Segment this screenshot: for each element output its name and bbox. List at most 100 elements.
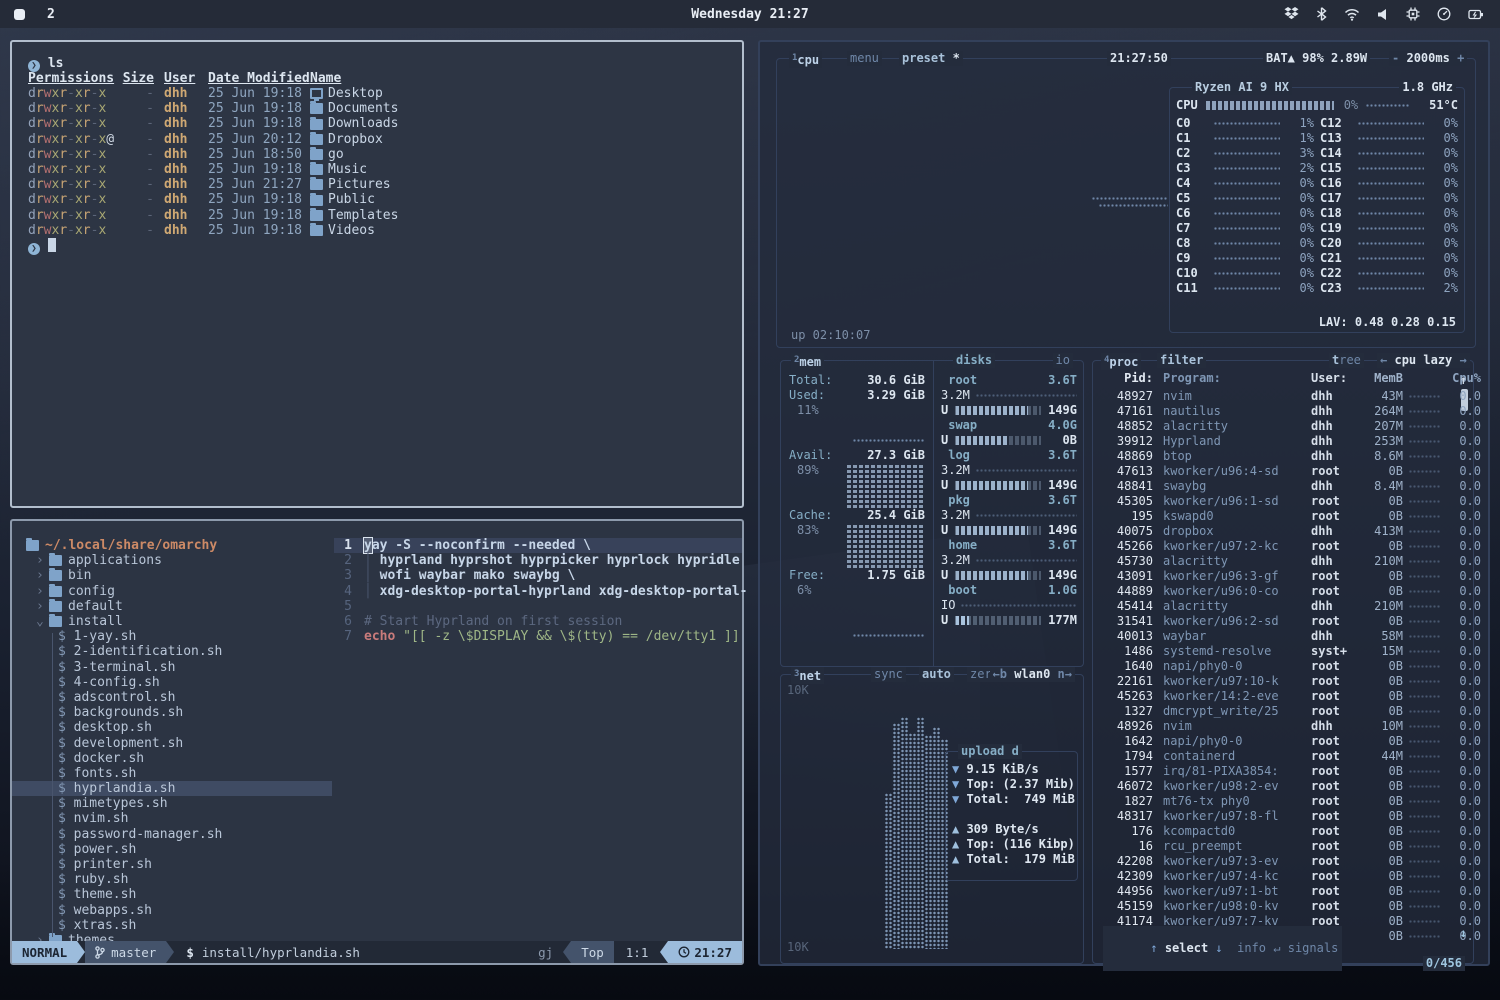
process-row[interactable]: 48926nvimdhh10M0.0 — [1093, 719, 1459, 734]
tree-item-2-identification-sh[interactable]: $ 2-identification.sh — [12, 644, 332, 659]
process-row[interactable]: 1827mt76-tx phy0root0B0.0 — [1093, 794, 1459, 809]
select-button[interactable]: select — [1165, 941, 1208, 955]
tree-item-power-sh[interactable]: $ power.sh — [12, 842, 332, 857]
buffer-line[interactable]: 5 — [334, 599, 742, 614]
process-row[interactable]: 45730alacrittydhh210M0.0 — [1093, 554, 1459, 569]
tree-root[interactable]: ~/.local/share/omarchy — [12, 538, 332, 553]
process-row[interactable]: 47613kworker/u96:4-sdroot0B0.0 — [1093, 464, 1459, 479]
process-row[interactable]: 45305kworker/u96:1-sdroot0B0.0 — [1093, 494, 1459, 509]
tab-proc[interactable]: 4proc — [1101, 353, 1141, 370]
proc-column-headers[interactable]: Pid:Program:User:MemBCpu% — [1093, 371, 1459, 386]
tree-item-nvim-sh[interactable]: $ nvim.sh — [12, 811, 332, 826]
process-row[interactable]: 16rcu_preemptroot0B0.0 — [1093, 839, 1459, 854]
buffer-line[interactable]: 3│ wofi waybar mako swaybg \ — [334, 568, 742, 583]
process-row[interactable]: 48869btopdhh8.6M0.0 — [1093, 449, 1459, 464]
signals-button[interactable]: signals — [1288, 941, 1339, 955]
process-row[interactable]: 42309kworker/u97:4-kcroot0B0.0 — [1093, 869, 1459, 884]
select-down-arrow[interactable]: ↓ — [1215, 941, 1222, 955]
process-row[interactable]: 45263kworker/14:2-everoot0B0.0 — [1093, 689, 1459, 704]
process-row[interactable]: 47161nautilusdhh264M0.0 — [1093, 404, 1459, 419]
tree-item-applications[interactable]: ›applications — [12, 553, 332, 568]
process-row[interactable]: 44956kworker/u97:1-btroot0B0.0 — [1093, 884, 1459, 899]
process-row[interactable]: 48927nvimdhh43M0.0 — [1093, 389, 1459, 404]
proc-tree-button[interactable]: tree — [1329, 353, 1364, 368]
tree-item-desktop-sh[interactable]: $ desktop.sh — [12, 720, 332, 735]
tree-item-fonts-sh[interactable]: $ fonts.sh — [12, 766, 332, 781]
process-row[interactable]: 176kcompactd0root0B0.0 — [1093, 824, 1459, 839]
tree-item-bin[interactable]: ›bin — [12, 568, 332, 583]
process-row[interactable]: 22161kworker/u97:10-kroot0B0.0 — [1093, 674, 1459, 689]
tree-item-4-config-sh[interactable]: $ 4-config.sh — [12, 675, 332, 690]
buffer-line[interactable]: 2│ hyprland hyprshot hyprpicker hyprlock… — [334, 553, 742, 568]
process-row[interactable]: 45266kworker/u97:2-kcroot0B0.0 — [1093, 539, 1459, 554]
process-row[interactable]: 31541kworker/u96:2-sdroot0B0.0 — [1093, 614, 1459, 629]
process-row[interactable]: 45159kworker/u98:0-kvroot0B0.0 — [1093, 899, 1459, 914]
tree-item-backgrounds-sh[interactable]: $ backgrounds.sh — [12, 705, 332, 720]
disks-title[interactable]: disks — [953, 353, 995, 368]
tree-item-default[interactable]: ›default — [12, 599, 332, 614]
select-up-arrow[interactable]: ↑ — [1150, 941, 1157, 955]
tab-cpu[interactable]: 1cpu — [789, 51, 822, 68]
process-row[interactable]: 1640napi/phy0-0root0B0.0 — [1093, 659, 1459, 674]
process-row[interactable]: 42208kworker/u97:3-evroot0B0.0 — [1093, 854, 1459, 869]
tree-item-webapps-sh[interactable]: $ webapps.sh — [12, 903, 332, 918]
process-row[interactable]: 45414alacrittydhh210M0.0 — [1093, 599, 1459, 614]
tree-item-password-manager-sh[interactable]: $ password-manager.sh — [12, 827, 332, 842]
process-row[interactable]: 40013waybardhh58M0.0 — [1093, 629, 1459, 644]
sort-direction-arrow[interactable]: ↑ — [1460, 373, 1467, 388]
tree-item-xtras-sh[interactable]: $ xtras.sh — [12, 918, 332, 933]
process-row[interactable]: 40075dropboxdhh413M0.0 — [1093, 524, 1459, 539]
io-toggle[interactable]: io — [1053, 353, 1073, 368]
editor-buffer[interactable]: 1yay -S --noconfirm --needed \2│ hyprlan… — [334, 521, 742, 941]
process-row[interactable]: 44889kworker/u96:0-coroot0B0.0 — [1093, 584, 1459, 599]
folder-icon — [310, 134, 323, 145]
process-row[interactable]: 39912Hyprlanddhh253M0.0 — [1093, 434, 1459, 449]
buffer-line[interactable]: 7echo "[[ -z \$DISPLAY && \$(tty) == /de… — [334, 629, 742, 644]
preset-button[interactable]: preset * — [899, 51, 963, 66]
tree-item-development-sh[interactable]: $ development.sh — [12, 735, 332, 750]
proc-sort-control[interactable]: ← cpu lazy → — [1377, 353, 1470, 368]
tree-item-install[interactable]: ⌄install — [12, 614, 332, 629]
buffer-line[interactable]: 1yay -S --noconfirm --needed \ — [334, 538, 742, 553]
prompt-line[interactable]: ❯ — [28, 238, 56, 255]
net-sync-button[interactable]: sync — [871, 667, 906, 682]
net-auto-button[interactable]: auto — [919, 667, 954, 682]
tree-item-docker-sh[interactable]: $ docker.sh — [12, 751, 332, 766]
process-row[interactable]: 46072kworker/u98:2-evroot0B0.0 — [1093, 779, 1459, 794]
tree-item-mimetypes-sh[interactable]: $ mimetypes.sh — [12, 796, 332, 811]
proc-filter-button[interactable]: filter — [1157, 353, 1206, 368]
tree-item-hyprlandia-sh[interactable]: $ hyprlandia.sh — [12, 781, 332, 796]
net-interface[interactable]: ←b wlan0 n→ — [990, 667, 1076, 682]
process-row[interactable]: 1642napi/phy0-0root0B0.0 — [1093, 734, 1459, 749]
interval-minus[interactable]: - — [1392, 51, 1399, 65]
process-row[interactable]: 48841swaybgdhh8.4M0.0 — [1093, 479, 1459, 494]
process-row[interactable]: 195kswapd0root0B0.0 — [1093, 509, 1459, 524]
process-row[interactable]: 43091kworker/u96:3-gfroot0B0.0 — [1093, 569, 1459, 584]
tree-item-themes[interactable]: ›themes — [12, 933, 332, 941]
tree-item-adscontrol-sh[interactable]: $ adscontrol.sh — [12, 690, 332, 705]
terminal-window[interactable]: ❯ ls PermissionsSizeUserDate ModifiedNam… — [10, 40, 744, 508]
process-row[interactable]: 1794containerdroot44M0.0 — [1093, 749, 1459, 764]
process-row[interactable]: 1577irq/81-PIXA3854:root0B0.0 — [1093, 764, 1459, 779]
process-row[interactable]: 1327dmcrypt_write/25root0B0.0 — [1093, 704, 1459, 719]
tree-item-ruby-sh[interactable]: $ ruby.sh — [12, 872, 332, 887]
buffer-line[interactable]: 6# Start Hyprland on first session — [334, 614, 742, 629]
buffer-line[interactable]: 4│ xdg-desktop-portal-hyprland xdg-deskt… — [334, 584, 742, 599]
tree-item-3-terminal-sh[interactable]: $ 3-terminal.sh — [12, 660, 332, 675]
menu-button[interactable]: menu — [847, 51, 882, 66]
process-row[interactable]: 1486systemd-resolvesyst+15M0.0 — [1093, 644, 1459, 659]
tab-net[interactable]: 3net — [791, 667, 824, 684]
interval-plus[interactable]: + — [1457, 51, 1464, 65]
process-row[interactable]: 48317kworker/u97:8-flroot0B0.0 — [1093, 809, 1459, 824]
tree-item-printer-sh[interactable]: $ printer.sh — [12, 857, 332, 872]
tree-item-1-yay-sh[interactable]: $ 1-yay.sh — [12, 629, 332, 644]
process-row[interactable]: 48852alacrittydhh207M0.0 — [1093, 419, 1459, 434]
tree-item-config[interactable]: ›config — [12, 584, 332, 599]
btop-window[interactable]: 1cpu menu preset * 21:27:50 BAT▲ 98% 2.8… — [758, 40, 1490, 966]
git-branch[interactable]: master — [85, 941, 166, 963]
info-button[interactable]: info — [1237, 941, 1266, 955]
tab-mem[interactable]: 2mem — [791, 353, 824, 370]
nvim-window[interactable]: ~/.local/share/omarchy›applications›bin›… — [10, 519, 744, 965]
tree-item-theme-sh[interactable]: $ theme.sh — [12, 887, 332, 902]
scroll-down-arrow[interactable]: ↓ — [1460, 926, 1467, 941]
